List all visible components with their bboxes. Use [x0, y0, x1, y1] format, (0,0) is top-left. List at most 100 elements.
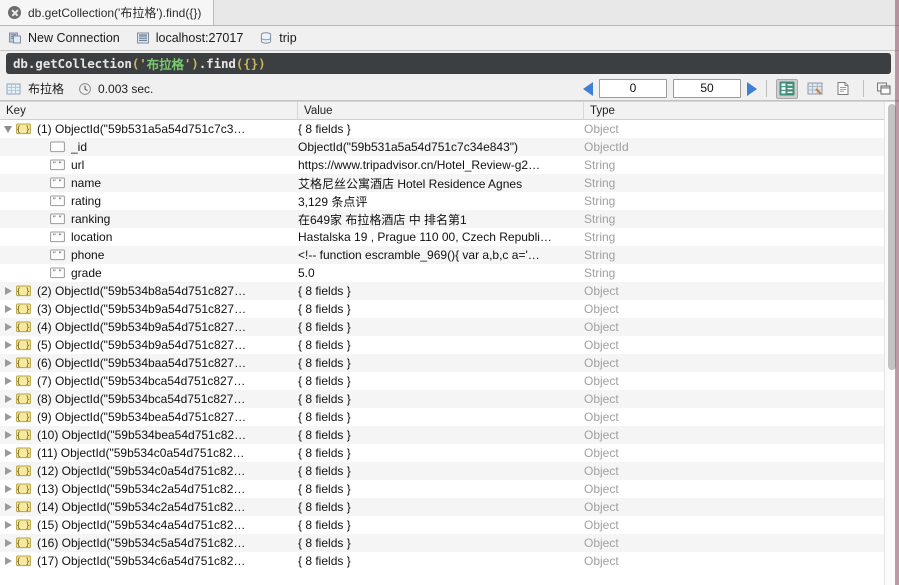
table-row[interactable]: _id ObjectId("59b531a5a54d751c7c34e843") O…	[0, 138, 899, 156]
tree-expand-toggle[interactable]	[0, 503, 16, 511]
column-header-type[interactable]: Type	[584, 102, 899, 119]
key-label: (3) ObjectId("59b534b9a54d751c827…	[37, 302, 247, 316]
table-row[interactable]: { } (4) ObjectId("59b534b9a54d751c827… { 8…	[0, 318, 899, 336]
key-label: (12) ObjectId("59b534c0a54d751c82…	[37, 464, 246, 478]
cell-value: { 8 fields }	[298, 392, 351, 406]
table-row[interactable]: { } (1) ObjectId("59b531a5a54d751c7c3… { 8…	[0, 120, 899, 138]
tree-expand-toggle[interactable]	[0, 557, 16, 565]
tree-expand-toggle[interactable]	[0, 359, 16, 367]
object-braces-icon: { }	[16, 123, 31, 135]
table-row[interactable]: { } (3) ObjectId("59b534b9a54d751c827… { 8…	[0, 300, 899, 318]
chevron-right-icon	[4, 359, 12, 367]
tree-expand-toggle[interactable]	[0, 467, 16, 475]
table-row[interactable]: { } (5) ObjectId("59b534b9a54d751c827… { 8…	[0, 336, 899, 354]
chevron-right-icon	[4, 431, 12, 439]
table-row[interactable]: { } (13) ObjectId("59b534c2a54d751c82… { 8…	[0, 480, 899, 498]
svg-text:” ”: ” ”	[52, 269, 61, 277]
close-circle-icon[interactable]	[8, 6, 21, 19]
tree-expand-toggle[interactable]	[0, 323, 16, 331]
table-row[interactable]: ” ” grade 5.0 String	[0, 264, 899, 282]
key-label: url	[71, 158, 85, 172]
cell-key: { } (12) ObjectId("59b534c0a54d751c82…	[0, 464, 298, 478]
table-row[interactable]: { } (14) ObjectId("59b534c2a54d751c82… { 8…	[0, 498, 899, 516]
chevron-right-icon	[4, 485, 12, 493]
table-view-icon	[807, 82, 823, 95]
table-row[interactable]: ” ” rating 3,129 条点评 String	[0, 192, 899, 210]
tree-collapse-toggle[interactable]	[0, 125, 16, 133]
tree-expand-toggle[interactable]	[0, 539, 16, 547]
cell-key: { } (11) ObjectId("59b534c0a54d751c82…	[0, 446, 298, 460]
cell-value: { 8 fields }	[298, 464, 351, 478]
json-view-button[interactable]	[832, 79, 854, 99]
tree-view-button[interactable]	[776, 78, 798, 99]
table-row[interactable]: ” ” location Hastalska 19 , Prague 110 00,…	[0, 228, 899, 246]
key-label: location	[71, 230, 113, 244]
table-row[interactable]: { } (8) ObjectId("59b534bca54d751c827… { 8…	[0, 390, 899, 408]
query-input[interactable]: db.getCollection (' 布拉格 ') .find({})	[6, 53, 891, 74]
svg-text:{ }: { }	[16, 431, 30, 440]
tree-expand-toggle[interactable]	[0, 413, 16, 421]
tree-expand-toggle[interactable]	[0, 377, 16, 385]
key-label: name	[71, 176, 102, 190]
object-braces-icon: { }	[16, 339, 31, 351]
key-label: (2) ObjectId("59b534b8a54d751c827…	[37, 284, 247, 298]
svg-text:{ }: { }	[16, 485, 30, 494]
table-row[interactable]: ” ” name 艾格尼丝公寓酒店 Hotel Residence Agnes Str…	[0, 174, 899, 192]
cell-type: String	[584, 230, 616, 244]
breadcrumb-item-server[interactable]: localhost:27017	[136, 31, 243, 45]
tree-expand-toggle[interactable]	[0, 449, 16, 457]
svg-text:” ”: ” ”	[52, 197, 61, 205]
table-row[interactable]: ” ” ranking 在649家 布拉格酒店 中 排名第1 String	[0, 210, 899, 228]
svg-text:” ”: ” ”	[52, 161, 61, 169]
tree-expand-toggle[interactable]	[0, 395, 16, 403]
cell-key: ” ” url	[0, 158, 298, 172]
vertical-scrollbar[interactable]	[884, 102, 899, 585]
detach-view-button[interactable]	[873, 79, 895, 99]
cell-value: { 8 fields }	[298, 536, 351, 550]
column-header-key[interactable]: Key	[0, 102, 298, 119]
table-row[interactable]: ” ” url https://www.tripadvisor.cn/Hotel_R…	[0, 156, 899, 174]
cell-value: 艾格尼丝公寓酒店 Hotel Residence Agnes	[298, 176, 523, 191]
table-row[interactable]: { } (16) ObjectId("59b534c5a54d751c82… { 8…	[0, 534, 899, 552]
object-braces-icon: { }	[16, 285, 31, 297]
table-row[interactable]: ” ” phone <!-- function escramble_969(){ v…	[0, 246, 899, 264]
table-row[interactable]: { } (11) ObjectId("59b534c0a54d751c82… { 8…	[0, 444, 899, 462]
breadcrumb-item-database[interactable]: trip	[259, 31, 297, 45]
chevron-down-icon	[4, 125, 12, 133]
cell-key: ” ” phone	[0, 248, 298, 262]
tree-expand-toggle[interactable]	[0, 485, 16, 493]
table-view-button[interactable]	[804, 79, 826, 99]
table-row[interactable]: { } (7) ObjectId("59b534bca54d751c827… { 8…	[0, 372, 899, 390]
table-row[interactable]: { } (2) ObjectId("59b534b8a54d751c827… { 8…	[0, 282, 899, 300]
breadcrumb-item-connection[interactable]: New Connection	[8, 31, 120, 45]
key-label: (8) ObjectId("59b534bca54d751c827…	[37, 392, 246, 406]
tab-query-result[interactable]: db.getCollection('布拉格').find({})	[0, 0, 215, 25]
svg-text:{ }: { }	[16, 557, 30, 566]
document-icon	[837, 82, 849, 95]
next-arrow-icon[interactable]	[747, 81, 757, 96]
key-label: (13) ObjectId("59b534c2a54d751c82…	[37, 482, 246, 496]
column-header-value[interactable]: Value	[298, 102, 584, 119]
tree-expand-toggle[interactable]	[0, 341, 16, 349]
chevron-right-icon	[4, 377, 12, 385]
table-row[interactable]: { } (6) ObjectId("59b534baa54d751c827… { 8…	[0, 354, 899, 372]
toolbar-divider	[863, 80, 864, 97]
table-row[interactable]: { } (12) ObjectId("59b534c0a54d751c82… { 8…	[0, 462, 899, 480]
tree-expand-toggle[interactable]	[0, 521, 16, 529]
table-row[interactable]: { } (15) ObjectId("59b534c4a54d751c82… { 8…	[0, 516, 899, 534]
prev-arrow-icon[interactable]	[583, 81, 593, 96]
string-quotes-icon: ” ”	[50, 213, 65, 225]
table-row[interactable]: { } (10) ObjectId("59b534bea54d751c82… { 8…	[0, 426, 899, 444]
tree-expand-toggle[interactable]	[0, 305, 16, 313]
skip-input[interactable]: 0	[599, 79, 667, 98]
limit-input[interactable]: 50	[673, 79, 741, 98]
toolbar-divider	[766, 80, 767, 97]
table-row[interactable]: { } (9) ObjectId("59b534bea54d751c827… { 8…	[0, 408, 899, 426]
vertical-scrollbar-thumb[interactable]	[888, 104, 896, 370]
cell-key: ” ” name	[0, 176, 298, 190]
tree-expand-toggle[interactable]	[0, 431, 16, 439]
cell-type: Object	[584, 320, 619, 334]
table-row[interactable]: { } (17) ObjectId("59b534c6a54d751c82… { 8…	[0, 552, 899, 570]
cell-type: String	[584, 158, 616, 172]
tree-expand-toggle[interactable]	[0, 287, 16, 295]
